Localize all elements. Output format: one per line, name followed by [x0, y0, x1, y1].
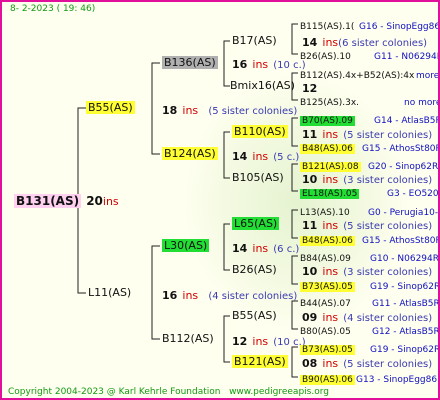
gen3-node-2[interactable]: L30(AS): [162, 239, 210, 253]
gen4-node-1[interactable]: Bmix16(AS): [230, 79, 295, 93]
gen1-count: 20: [86, 194, 103, 208]
gen2-sisters: (4 sister colonies): [208, 291, 298, 302]
gen5-row[interactable]: B73(AS).05: [300, 277, 355, 294]
gen5-loc: G20 - Sinop62R: [368, 162, 439, 172]
gen2-sisters: (5 sister colonies): [208, 106, 298, 117]
gen4-node-3[interactable]: B105(AS): [232, 171, 284, 185]
gen3-stats-3: 12 ins (10 c.): [232, 335, 306, 348]
gen5-loc: G11 - AtlasB5R: [372, 299, 440, 309]
gen4-name: Bmix16(AS): [230, 79, 295, 92]
gen2-name: B55(AS): [86, 101, 135, 114]
gen5-row[interactable]: EL18(AS).05: [300, 184, 360, 201]
gen4-name: B26(AS): [232, 263, 277, 276]
gen3-node-1[interactable]: B124(AS): [162, 147, 218, 161]
gen5-row[interactable]: L13(AS).10: [300, 203, 350, 220]
gen5-loc: no more: [404, 98, 440, 108]
gen3-stats-0: 16 ins (10 c.): [232, 58, 306, 71]
gen5-loc: G19 - Sinop62R: [370, 282, 440, 292]
gen5-row[interactable]: B26(AS).10: [300, 47, 351, 64]
gen2-count: 18: [162, 104, 178, 117]
gen2-node-1[interactable]: L11(AS): [88, 286, 131, 300]
gen4-name: B121(AS): [232, 355, 288, 368]
gen4-name: B17(AS): [232, 34, 277, 47]
gen4-node-7[interactable]: B121(AS): [232, 355, 288, 369]
gen2-node-0[interactable]: B55(AS): [86, 101, 135, 115]
gen3-name: L30(AS): [162, 239, 210, 252]
gen5-row[interactable]: B84(AS).09: [300, 249, 351, 266]
gen5-row[interactable]: B70(AS).09: [300, 111, 355, 128]
gen1-name: B131(AS): [14, 194, 82, 208]
gen3-node-3[interactable]: B112(AS): [162, 332, 214, 346]
gen3-name: B112(AS): [162, 332, 214, 345]
gen4-node-6[interactable]: B55(AS): [232, 309, 277, 323]
gen2-ins: ins: [182, 104, 199, 117]
gen5-loc: more: [416, 71, 440, 81]
gen5-loc: G0 - Perugia10-4: [368, 208, 440, 218]
gen2-stats-1: 16 ins (4 sister colonies): [162, 287, 297, 304]
gen5-row[interactable]: B48(AS).06: [300, 231, 355, 248]
gen4-name: B105(AS): [232, 171, 284, 184]
gen5-row[interactable]: B112(AS).4x+B52(AS):4x: [300, 66, 414, 83]
gen4-node-4[interactable]: L65(AS): [232, 217, 280, 231]
gen1-node[interactable]: B131(AS) 20ins: [14, 193, 119, 209]
gen5-loc: G16 - SinopEgg86R: [359, 22, 440, 32]
site-link[interactable]: www.pedigreeapis.org: [229, 387, 329, 397]
gen4-name: L65(AS): [232, 217, 280, 230]
gen5-loc: G12 - AtlasB5R: [372, 327, 440, 337]
gen5-row[interactable]: B73(AS).05: [300, 340, 355, 357]
gen2-stats-0: 18 ins (5 sister colonies): [162, 102, 297, 119]
gen3-name: B136(AS): [162, 56, 218, 69]
gen4-name: B55(AS): [232, 309, 277, 322]
date-stamp: 8- 2-2023 ( 19: 46): [10, 4, 96, 14]
gen5-row[interactable]: B80(AS).05: [300, 322, 351, 339]
gen5-row[interactable]: B48(AS).06: [300, 139, 355, 156]
gen2-count: 16: [162, 289, 178, 302]
gen5-row[interactable]: B125(AS).3x.: [300, 93, 359, 110]
copyright-text: Copyright 2004-2023 @ Karl Kehrle Founda…: [8, 387, 329, 397]
gen3-node-0[interactable]: B136(AS): [162, 56, 218, 70]
gen5-row[interactable]: B115(AS).1(: [300, 17, 354, 34]
gen5-row[interactable]: B44(AS).07: [300, 294, 351, 311]
gen2-name: L11(AS): [88, 286, 132, 299]
gen4-node-5[interactable]: B26(AS): [232, 263, 277, 277]
gen5-loc: G15 - AthosSt80R: [362, 236, 440, 246]
gen5-loc: G15 - AthosSt80R: [362, 144, 440, 154]
gen3-stats-1: 14 ins (5 c.): [232, 150, 300, 163]
gen4-node-2[interactable]: B110(AS): [232, 125, 288, 139]
gen5-loc: G14 - AtlasB5R: [374, 116, 440, 126]
gen5-loc: G3 - EO520: [387, 189, 439, 199]
gen5-loc: G13 - SinopEgg86R: [356, 375, 440, 385]
gen4-node-0[interactable]: B17(AS): [232, 34, 277, 48]
gen3-name: B124(AS): [162, 147, 218, 160]
pedigree-frame: 8- 2-2023 ( 19: 46) B131(AS) 20ins B55(A…: [0, 0, 440, 400]
gen5-row[interactable]: B121(AS).08: [300, 157, 361, 174]
gen4-name: B110(AS): [232, 125, 288, 138]
gen5-loc: G19 - Sinop62R: [370, 345, 440, 355]
gen2-ins: ins: [182, 289, 199, 302]
gen3-stats-2: 14 ins (6 c.): [232, 242, 300, 255]
gen5-loc: G11 - N06294R: [374, 52, 440, 62]
gen1-ins: ins: [102, 195, 119, 208]
gen5-loc: G10 - N06294R: [370, 254, 440, 264]
